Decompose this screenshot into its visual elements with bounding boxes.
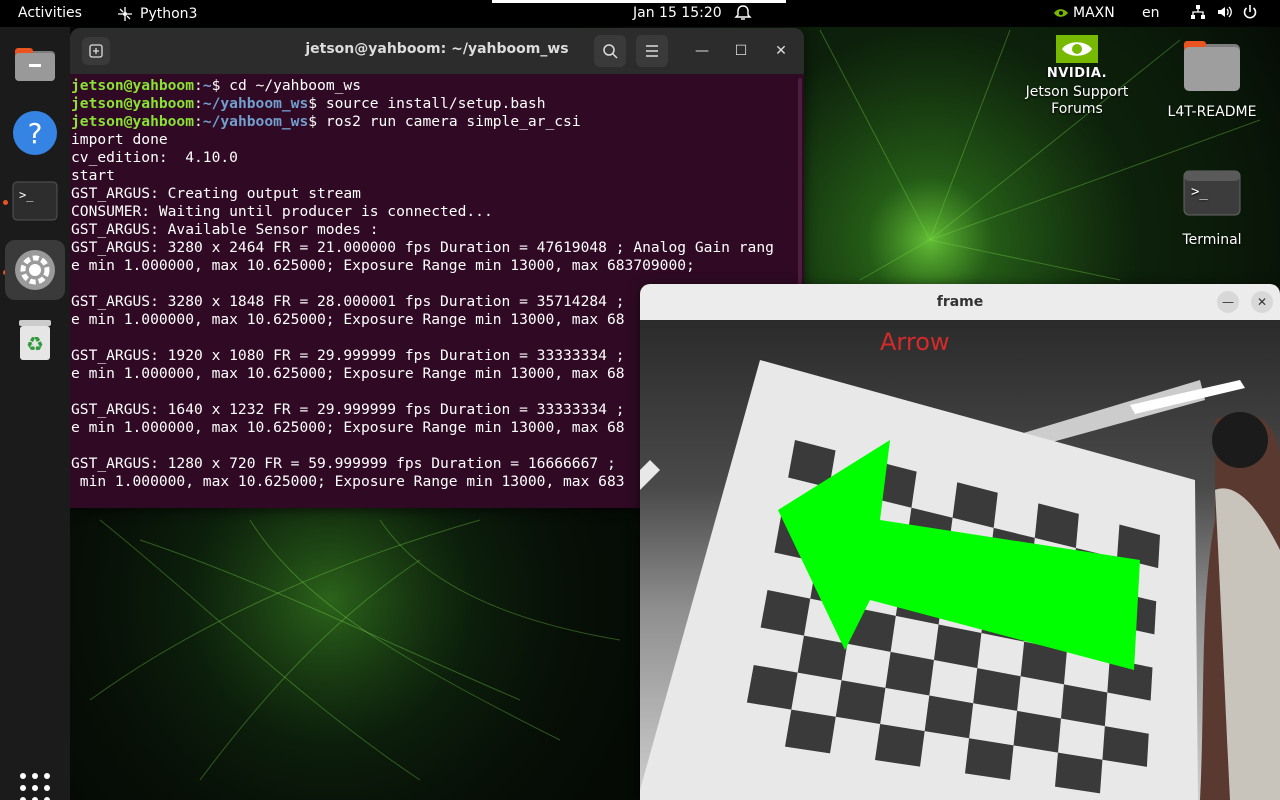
maximize-button[interactable]: ☐ <box>729 39 753 63</box>
close-button[interactable]: ✕ <box>1251 291 1273 313</box>
svg-text:♻: ♻ <box>26 332 44 356</box>
help-icon: ? <box>13 111 57 155</box>
maximize-icon: ☐ <box>734 43 748 59</box>
power-mode-indicator[interactable]: MAXN <box>1053 5 1115 21</box>
ar-label: Arrow <box>880 328 950 356</box>
terminal-command-line: jetson@yahboom:~/yahboom_ws$ ros2 run ca… <box>71 113 804 131</box>
prompt-path: ~/yahboom_ws <box>202 95 309 112</box>
app-name: Python3 <box>140 6 198 22</box>
terminal-output-line: CONSUMER: Waiting until producer is conn… <box>71 203 493 220</box>
svg-text:>_: >_ <box>1191 184 1208 200</box>
prompt-path: ~ <box>202 77 212 94</box>
prompt-user: jetson@yahboom <box>71 113 195 130</box>
search-button[interactable] <box>594 35 626 67</box>
checkerboard-square <box>1055 752 1103 794</box>
app-menu[interactable]: Python3 <box>116 5 197 23</box>
files-icon <box>15 48 55 81</box>
terminal-icon: >_ <box>12 181 58 221</box>
minimize-button[interactable]: — <box>1217 291 1239 313</box>
notification-bar <box>492 0 786 3</box>
minimize-icon: — <box>695 43 709 59</box>
minimize-button[interactable]: — <box>690 39 714 63</box>
command-text: $ cd ~/yahboom_ws <box>211 77 361 94</box>
terminal-output-line: start <box>71 167 115 184</box>
power-icon <box>1243 5 1257 19</box>
activities-button[interactable]: Activities <box>18 5 82 21</box>
terminal-output-line: GST_ARGUS: Available Sensor modes : <box>71 221 379 238</box>
terminal-output-line: import done <box>71 131 168 148</box>
prompt-user: jetson@yahboom <box>71 95 195 112</box>
clock[interactable]: Jan 15 15:20 <box>633 5 722 21</box>
minimize-icon: — <box>1222 295 1234 309</box>
language-indicator[interactable]: en <box>1142 5 1160 21</box>
checkerboard-square <box>785 709 836 754</box>
nvidia-wordmark: NVIDIA. <box>1046 66 1108 81</box>
terminal-output-line: GST_ARGUS: Creating output stream <box>71 185 361 202</box>
terminal-command-line: jetson@yahboom:~/yahboom_ws$ source inst… <box>71 95 804 113</box>
app-grid-icon <box>20 773 50 800</box>
terminal-shortcut[interactable]: >_ Terminal <box>1158 170 1266 248</box>
jetson-forums-shortcut[interactable]: NVIDIA. Jetson Support Forums <box>1020 34 1134 118</box>
terminal-output-line: cv_edition: 4.10.0 <box>71 149 238 166</box>
frame-window[interactable]: frame — ✕ Arrow <box>640 284 1280 800</box>
prompt-path: ~/yahboom_ws <box>202 113 309 130</box>
dock: ? >_ ♻ <box>0 27 70 800</box>
nvidia-icon <box>1054 9 1068 17</box>
prompt-separator: : <box>194 95 203 112</box>
dock-files[interactable] <box>5 35 65 95</box>
settings-icon <box>15 250 55 290</box>
network-icon <box>1191 5 1205 19</box>
prompt-separator: : <box>194 77 203 94</box>
checkerboard-square <box>875 723 925 767</box>
jetson-forums-label: Jetson Support Forums <box>1025 84 1129 117</box>
system-tray[interactable] <box>1190 4 1258 20</box>
close-button[interactable]: ✕ <box>769 39 793 63</box>
nvidia-logo-icon <box>1056 35 1098 63</box>
terminal-label: Terminal <box>1182 232 1242 248</box>
close-icon: ✕ <box>775 43 787 59</box>
frame-titlebar[interactable]: frame — ✕ <box>640 284 1280 320</box>
terminal-output-line: e min 1.000000, max 10.625000; Exposure … <box>71 257 695 274</box>
svg-text:?: ? <box>28 117 43 150</box>
dock-help[interactable]: ? <box>5 103 65 163</box>
terminal-titlebar[interactable]: jetson@yahboom: ~/yahboom_ws — ☐ ✕ <box>70 28 804 74</box>
checkerboard-square <box>965 738 1014 780</box>
dock-terminal[interactable]: >_ <box>5 171 65 231</box>
python-app-icon <box>118 7 132 21</box>
hamburger-icon <box>646 45 658 57</box>
top-bar: Activities Python3 Jan 15 15:20 MAXN en <box>0 0 1280 27</box>
search-icon <box>603 44 618 59</box>
command-text: $ source install/setup.bash <box>308 95 546 112</box>
close-icon: ✕ <box>1256 295 1268 309</box>
checkerboard-square <box>746 665 798 710</box>
dock-settings[interactable] <box>5 240 65 300</box>
dock-trash[interactable]: ♻ <box>5 309 65 369</box>
checkerboard-square <box>835 680 886 724</box>
camera-feed: Arrow <box>640 320 1280 800</box>
checkerboard-square <box>924 695 974 739</box>
show-apps-button[interactable] <box>19 772 51 800</box>
terminal-output-line: GST_ARGUS: 3280 x 2464 FR = 21.000000 fp… <box>71 239 774 256</box>
bell-icon[interactable] <box>734 4 752 26</box>
folder-icon <box>1184 41 1240 91</box>
menu-button[interactable] <box>636 35 668 67</box>
frame-title: frame <box>936 294 984 310</box>
prompt-separator: : <box>194 113 203 130</box>
readme-label: L4T-README <box>1167 104 1257 120</box>
prompt-user: jetson@yahboom <box>71 77 195 94</box>
terminal-command-line: jetson@yahboom:~$ cd ~/yahboom_ws <box>71 77 804 95</box>
trash-icon: ♻ <box>19 320 51 360</box>
power-mode-label: MAXN <box>1073 5 1115 21</box>
readme-shortcut[interactable]: L4T-README <box>1158 38 1266 120</box>
svg-text:>_: >_ <box>19 188 34 202</box>
terminal-icon: >_ <box>1183 170 1241 216</box>
volume-icon <box>1218 6 1232 18</box>
command-text: $ ros2 run camera simple_ar_csi <box>308 113 581 130</box>
